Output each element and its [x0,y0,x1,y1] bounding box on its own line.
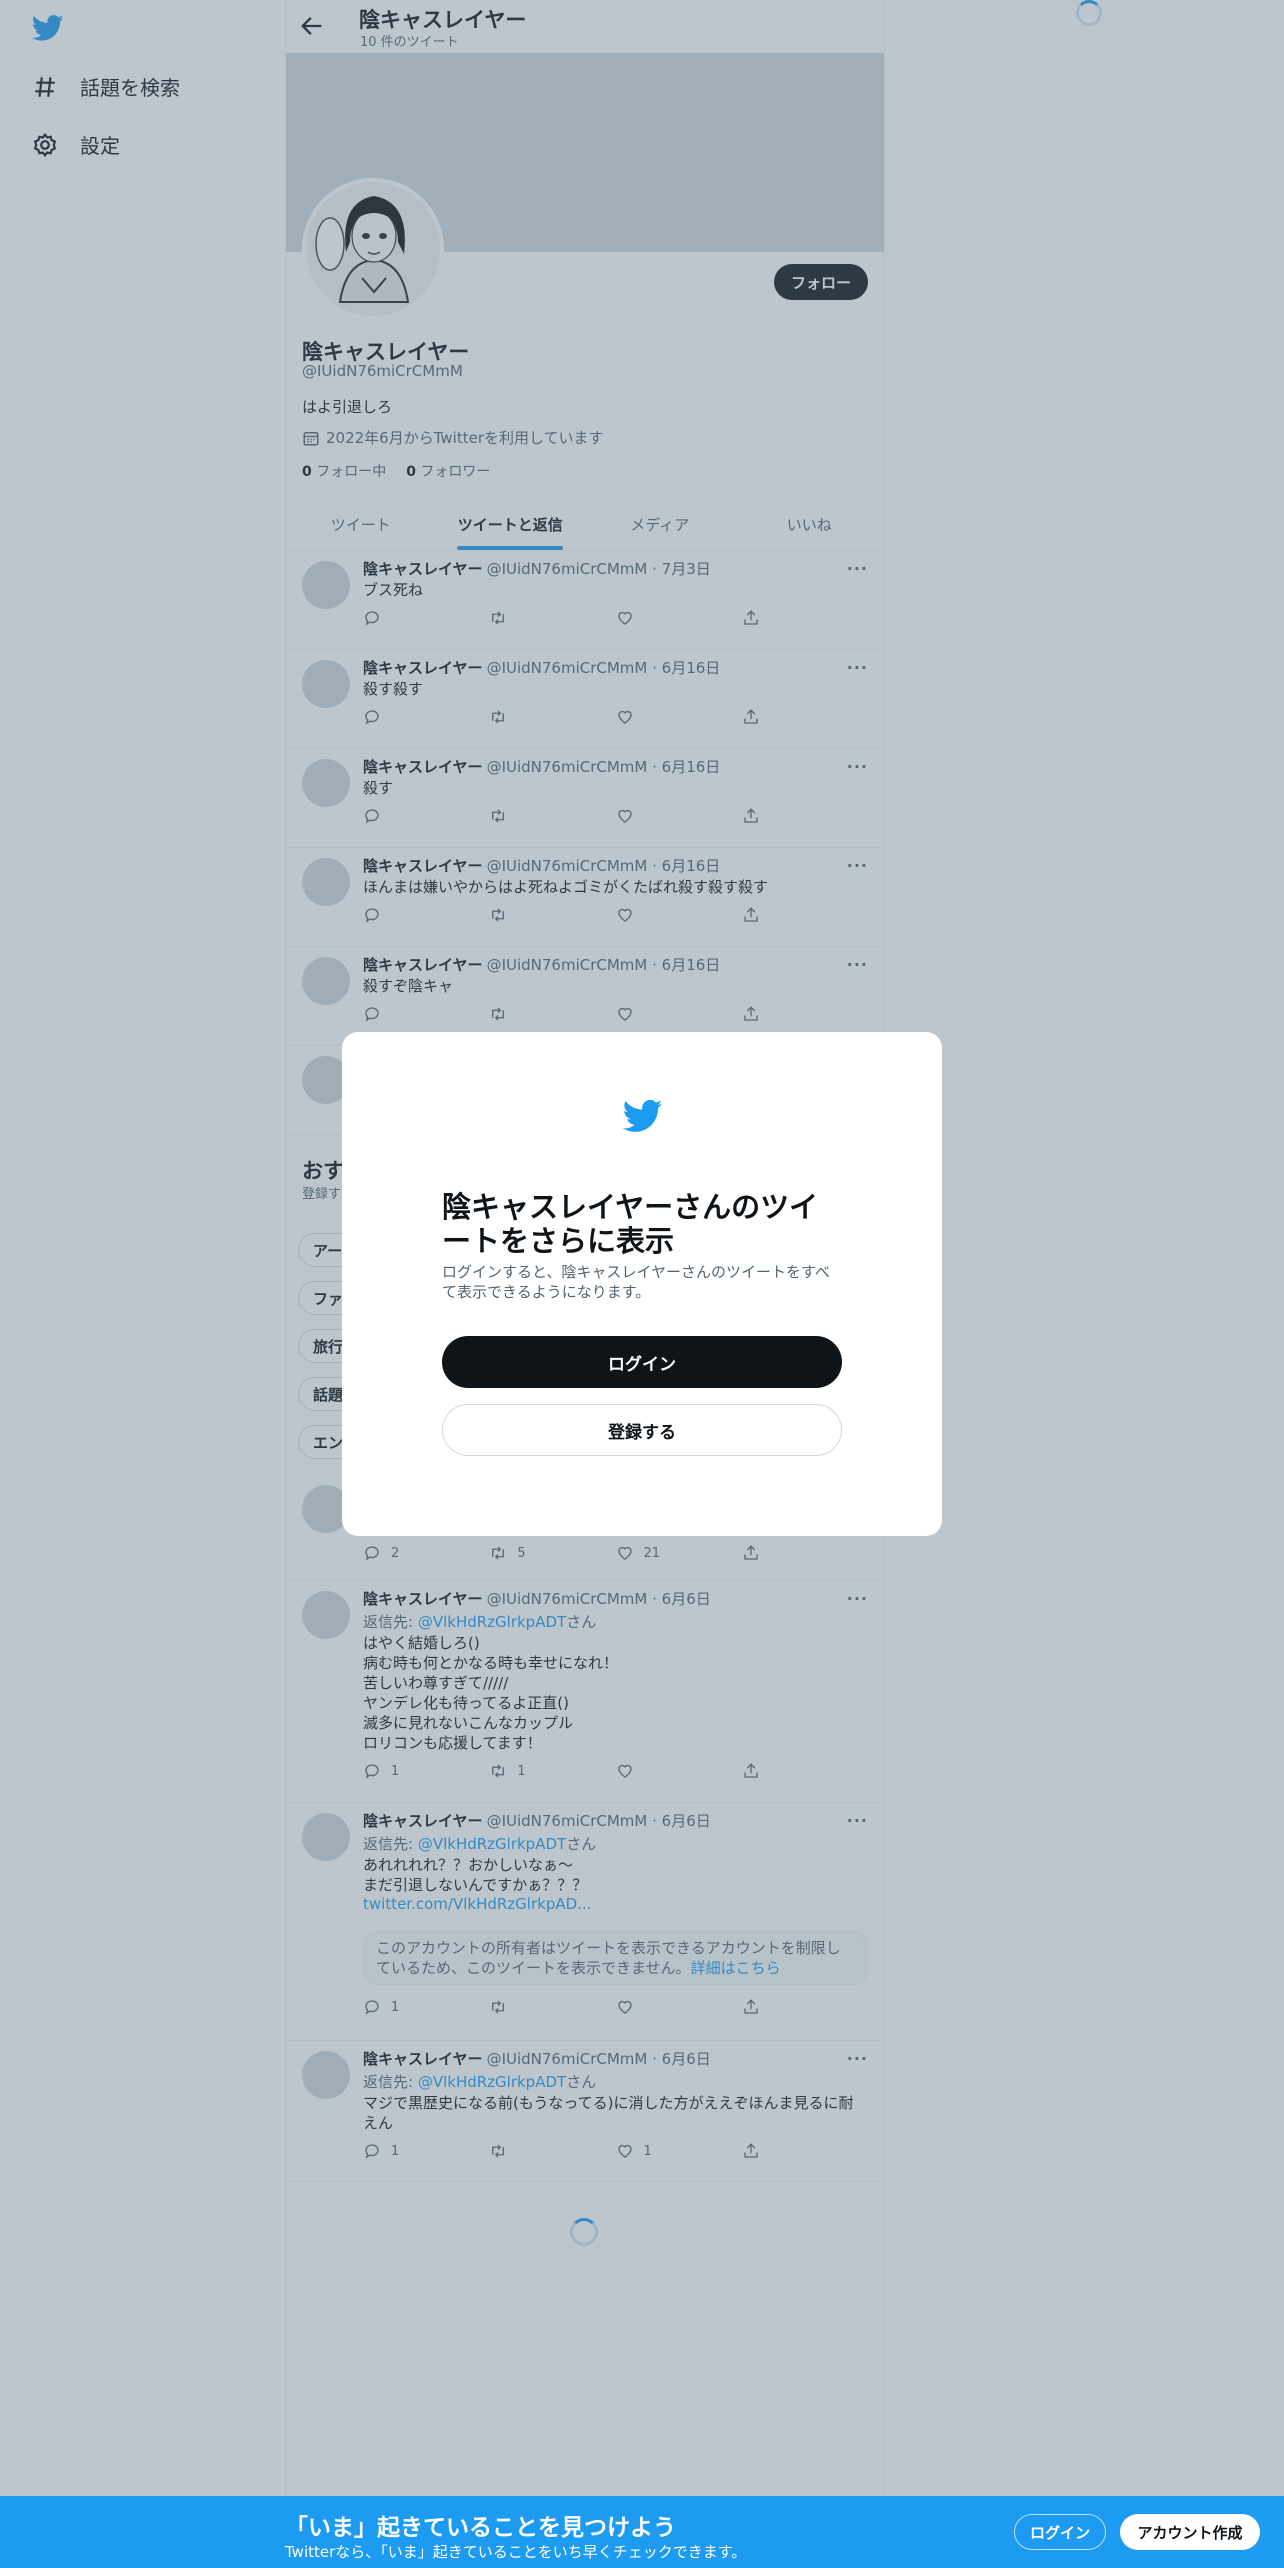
twitter-bird-icon [622,1099,663,1132]
modal-title: 陰キャスレイヤーさんのツイートをさらに表示 [442,1190,819,1258]
bottom-signup-bar: 「いま」起きていることを見つけよう Twitterなら、「いま」起きていることを… [0,2496,1284,2568]
modal-subtitle: ログインすると、陰キャスレイヤーさんのツイートをすべて表示できるようになります。 [442,1263,830,1301]
bottom-bar-subtitle: Twitterなら、「いま」起きていることをいち早くチェックできます。 [285,2543,747,2561]
bottom-signup-button[interactable]: アカウント作成 [1120,2514,1260,2550]
login-prompt-modal: 陰キャスレイヤーさんのツイートをさらに表示 ログインすると、陰キャスレイヤーさん… [342,1032,942,1536]
bottom-login-button[interactable]: ログイン [1014,2514,1106,2550]
modal-signup-button[interactable]: 登録する [442,1404,842,1456]
modal-login-button[interactable]: ログイン [442,1336,842,1388]
bottom-bar-title: 「いま」起きていることを見つけよう [285,2515,676,2541]
